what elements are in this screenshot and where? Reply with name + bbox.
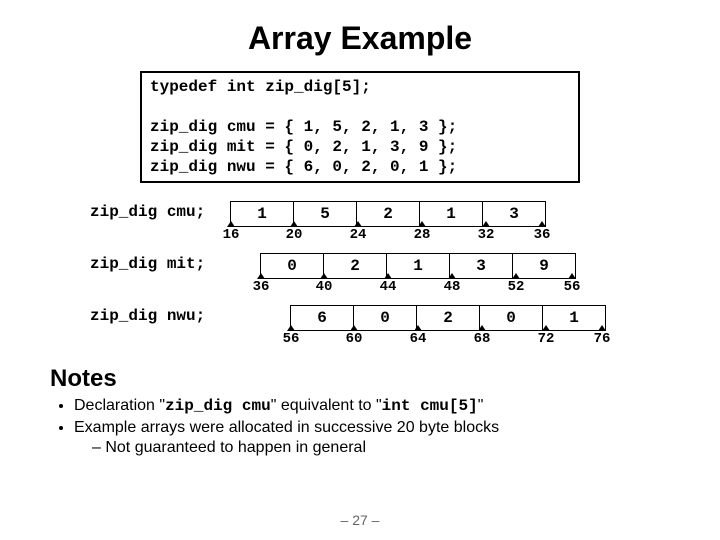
address-bar-cmu: 16 20 24 28 32 36	[230, 227, 546, 253]
cell: 0	[480, 306, 543, 330]
cell: 2	[417, 306, 480, 330]
array-cells-mit: 0 2 1 3 9	[260, 253, 576, 279]
cell: 2	[357, 202, 420, 226]
addr: 36	[527, 227, 557, 243]
note-text: "	[478, 397, 484, 414]
array-label-nwu: zip_dig nwu;	[90, 305, 230, 325]
page-title: Array Example	[50, 20, 670, 57]
cell: 0	[261, 254, 324, 278]
code-typedef: typedef int zip_dig[5];	[150, 78, 371, 96]
note-text: " equivalent to "	[271, 397, 382, 414]
addr: 52	[501, 279, 531, 295]
address-bar-mit: 36 40 44 48 52 56	[260, 279, 576, 305]
array-label-cmu: zip_dig cmu;	[90, 201, 230, 221]
cell: 5	[294, 202, 357, 226]
addr: 24	[343, 227, 373, 243]
cell: 9	[513, 254, 575, 278]
address-bar-nwu: 56 60 64 68 72 76	[290, 331, 606, 357]
addr: 28	[407, 227, 437, 243]
addr: 68	[467, 331, 497, 347]
notes-heading: Notes	[50, 365, 670, 393]
addr: 60	[339, 331, 369, 347]
addr: 72	[531, 331, 561, 347]
addr: 76	[587, 331, 617, 347]
array-row-cmu: zip_dig cmu; 1 5 2 1 3 16 20	[90, 201, 630, 253]
note-code: zip_dig cmu	[165, 397, 271, 415]
cell: 1	[231, 202, 294, 226]
array-row-nwu: zip_dig nwu; 6 0 2 0 1 56 60	[90, 305, 630, 357]
array-cells-nwu: 6 0 2 0 1	[290, 305, 606, 331]
addr: 40	[309, 279, 339, 295]
note-item: Declaration "zip_dig cmu" equivalent to …	[74, 397, 670, 415]
note-text: Declaration "	[74, 397, 165, 414]
cell: 1	[543, 306, 605, 330]
code-decl-mit: zip_dig mit = { 0, 2, 1, 3, 9 };	[150, 138, 457, 156]
addr: 44	[373, 279, 403, 295]
page-number: – 27 –	[0, 512, 720, 528]
cell: 1	[387, 254, 450, 278]
code-decl-nwu: zip_dig nwu = { 6, 0, 2, 0, 1 };	[150, 158, 457, 176]
array-row-mit: zip_dig mit; 0 2 1 3 9 36 40	[90, 253, 630, 305]
array-cells-cmu: 1 5 2 1 3	[230, 201, 546, 227]
addr: 32	[471, 227, 501, 243]
cell: 1	[420, 202, 483, 226]
note-text: Example arrays were allocated in success…	[74, 419, 499, 436]
note-subitem: Not guaranteed to happen in general	[92, 439, 670, 457]
code-block: typedef int zip_dig[5]; zip_dig cmu = { …	[140, 71, 580, 183]
addr: 48	[437, 279, 467, 295]
cell: 6	[291, 306, 354, 330]
note-item: Example arrays were allocated in success…	[74, 419, 670, 457]
array-label-mit: zip_dig mit;	[90, 253, 230, 273]
addr: 36	[246, 279, 276, 295]
cell: 0	[354, 306, 417, 330]
cell: 2	[324, 254, 387, 278]
addr: 16	[216, 227, 246, 243]
addr: 56	[557, 279, 587, 295]
cell: 3	[483, 202, 545, 226]
addr: 20	[279, 227, 309, 243]
addr: 56	[276, 331, 306, 347]
code-decl-cmu: zip_dig cmu = { 1, 5, 2, 1, 3 };	[150, 118, 457, 136]
cell: 3	[450, 254, 513, 278]
addr: 64	[403, 331, 433, 347]
note-code: int cmu[5]	[382, 397, 478, 415]
notes-list: Declaration "zip_dig cmu" equivalent to …	[74, 397, 670, 457]
